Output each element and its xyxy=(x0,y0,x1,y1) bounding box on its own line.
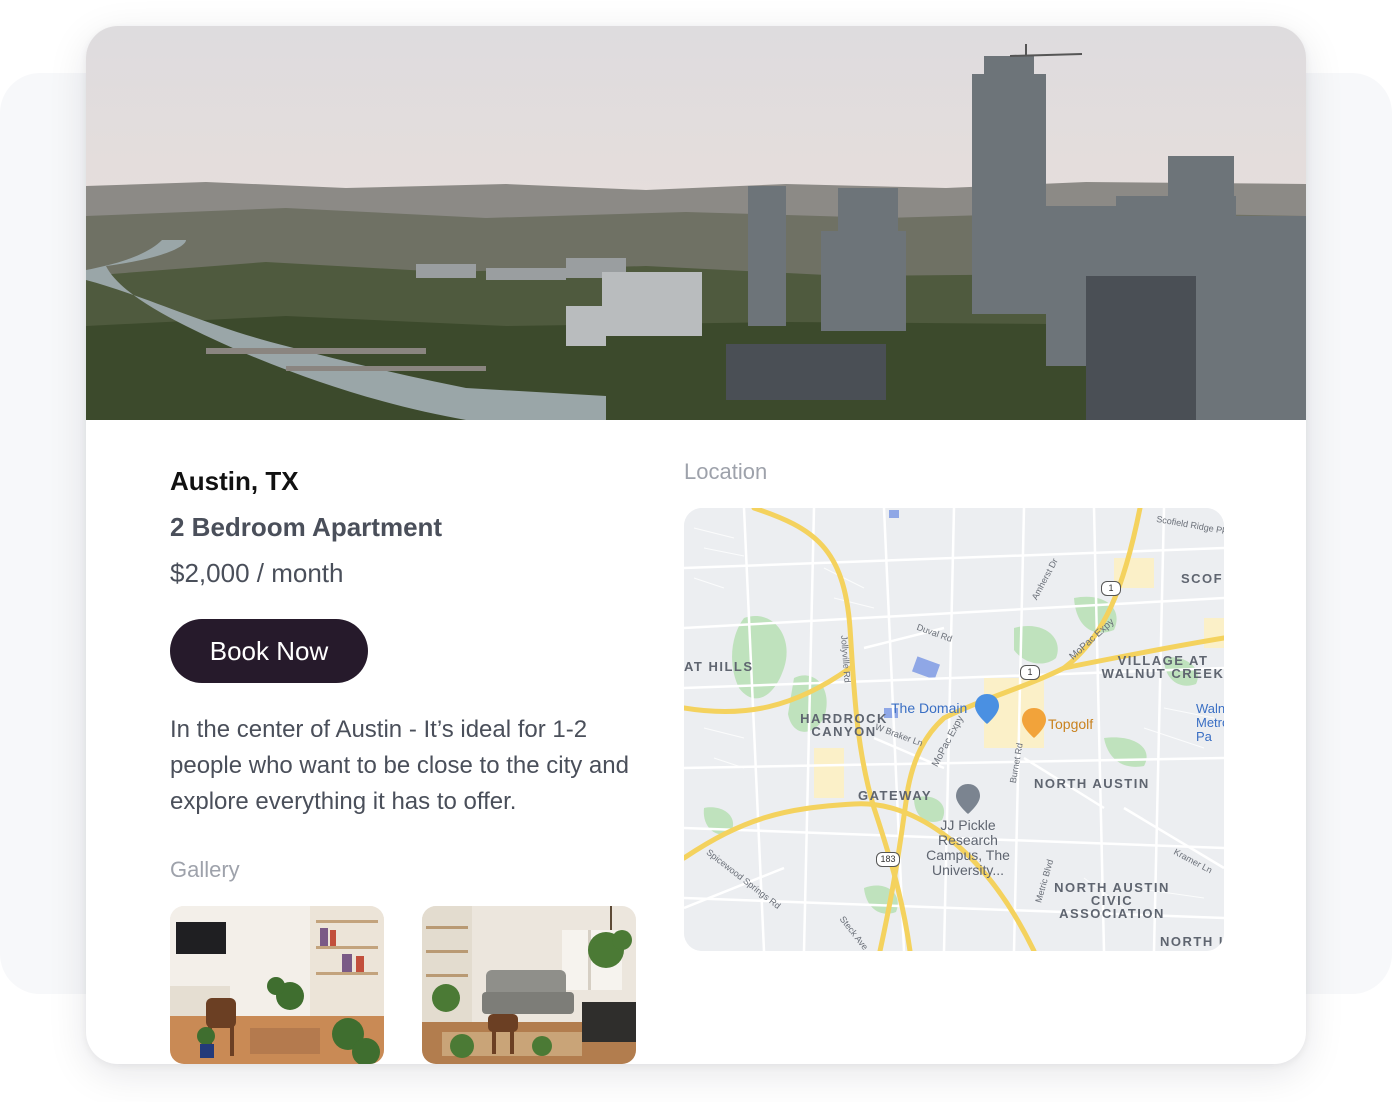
map-shield-loop-1: 1 xyxy=(1020,665,1040,680)
listing-card: Austin, TX 2 Bedroom Apartment $2,000 / … xyxy=(86,26,1306,1064)
map-poi-topgolf[interactable]: Topgolf xyxy=(1048,716,1093,732)
living-room-photo-1 xyxy=(170,906,384,1064)
listing-description: In the center of Austin - It’s ideal for… xyxy=(170,716,629,815)
map-label-gateway: GATEWAY xyxy=(858,788,933,803)
listing-price: $2,000 / month xyxy=(170,558,344,588)
gallery-photo[interactable] xyxy=(170,906,384,1064)
map-label-scofi: SCOFI xyxy=(1181,571,1224,586)
map-label-north-i: NORTH I xyxy=(1160,934,1224,949)
book-now-button[interactable]: Book Now xyxy=(170,619,368,683)
location-map[interactable]: HARDROCK CANYON GATEWAY NORTH AUSTIN VIL… xyxy=(684,508,1224,951)
listing-city: Austin, TX xyxy=(170,466,299,496)
map-label-village-walnut-creek: VILLAGE AT WALNUT CREEK xyxy=(1101,653,1224,681)
gallery-photo[interactable] xyxy=(422,906,636,1064)
map-shield-loop-1: 1 xyxy=(1101,581,1121,596)
map-label-north-austin: NORTH AUSTIN xyxy=(1034,776,1150,791)
living-room-photo-2 xyxy=(422,906,636,1064)
location-label: Location xyxy=(684,459,768,484)
map-shield-us-183: 183 xyxy=(876,852,900,867)
gallery-label: Gallery xyxy=(170,857,240,882)
listing-type: 2 Bedroom Apartment xyxy=(170,512,443,542)
map-label-walnut-metro: Walnu Metro Pa xyxy=(1196,701,1224,744)
map-label-north-austin-civic: NORTH AUSTIN CIVIC ASSOCIATION xyxy=(1054,880,1170,921)
map-poi-jj-pickle[interactable]: JJ Pickle Research Campus, The Universit… xyxy=(920,818,1016,878)
map-label-at-hills: AT HILLS xyxy=(684,659,754,674)
hero-image xyxy=(86,26,1306,420)
